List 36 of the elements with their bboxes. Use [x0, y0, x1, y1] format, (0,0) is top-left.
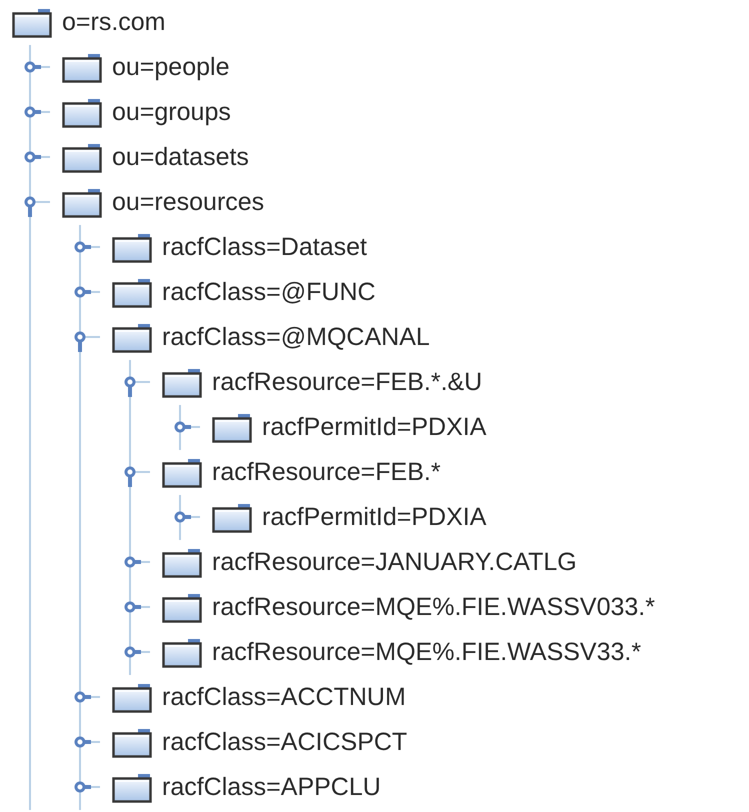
- folder-icon: [62, 188, 102, 218]
- node-label[interactable]: racfPermitId=PDXIA: [262, 413, 486, 442]
- node-label[interactable]: racfResource=FEB.*.&U: [212, 368, 482, 397]
- folder-icon: [162, 592, 202, 622]
- folder-icon: [12, 8, 52, 38]
- folder-icon: [162, 548, 202, 578]
- node-label[interactable]: ou=datasets: [112, 143, 249, 172]
- node-label[interactable]: racfClass=ACICSPCT: [162, 728, 408, 757]
- node-label[interactable]: o=rs.com: [62, 8, 166, 37]
- folder-icon: [162, 458, 202, 488]
- node-label[interactable]: ou=people: [112, 53, 230, 82]
- folder-icon: [112, 772, 152, 802]
- node-label[interactable]: racfClass=Dataset: [162, 233, 367, 262]
- node-label[interactable]: racfClass=ACCTNUM: [162, 683, 406, 712]
- folder-icon: [112, 232, 152, 262]
- folder-icon: [212, 502, 252, 532]
- node-label[interactable]: ou=resources: [112, 188, 264, 217]
- folder-icon: [112, 728, 152, 758]
- node-label[interactable]: racfResource=MQE%.FIE.WASSV33.*: [212, 638, 642, 667]
- node-label[interactable]: racfResource=JANUARY.CATLG: [212, 548, 577, 577]
- folder-icon: [162, 638, 202, 668]
- folder-icon: [112, 682, 152, 712]
- node-label[interactable]: ou=groups: [112, 98, 231, 127]
- node-label[interactable]: racfResource=MQE%.FIE.WASSV033.*: [212, 593, 655, 622]
- node-label[interactable]: racfClass=@MQCANAL: [162, 323, 430, 352]
- folder-icon: [162, 368, 202, 398]
- folder-icon: [62, 142, 102, 172]
- folder-icon: [212, 412, 252, 442]
- folder-icon: [62, 98, 102, 128]
- node-label[interactable]: racfPermitId=PDXIA: [262, 503, 486, 532]
- folder-icon: [62, 52, 102, 82]
- node-label[interactable]: racfResource=FEB.*: [212, 458, 441, 487]
- node-label[interactable]: racfClass=APPCLU: [162, 773, 381, 802]
- folder-icon: [112, 322, 152, 352]
- folder-icon: [112, 278, 152, 308]
- node-label[interactable]: racfClass=@FUNC: [162, 278, 376, 307]
